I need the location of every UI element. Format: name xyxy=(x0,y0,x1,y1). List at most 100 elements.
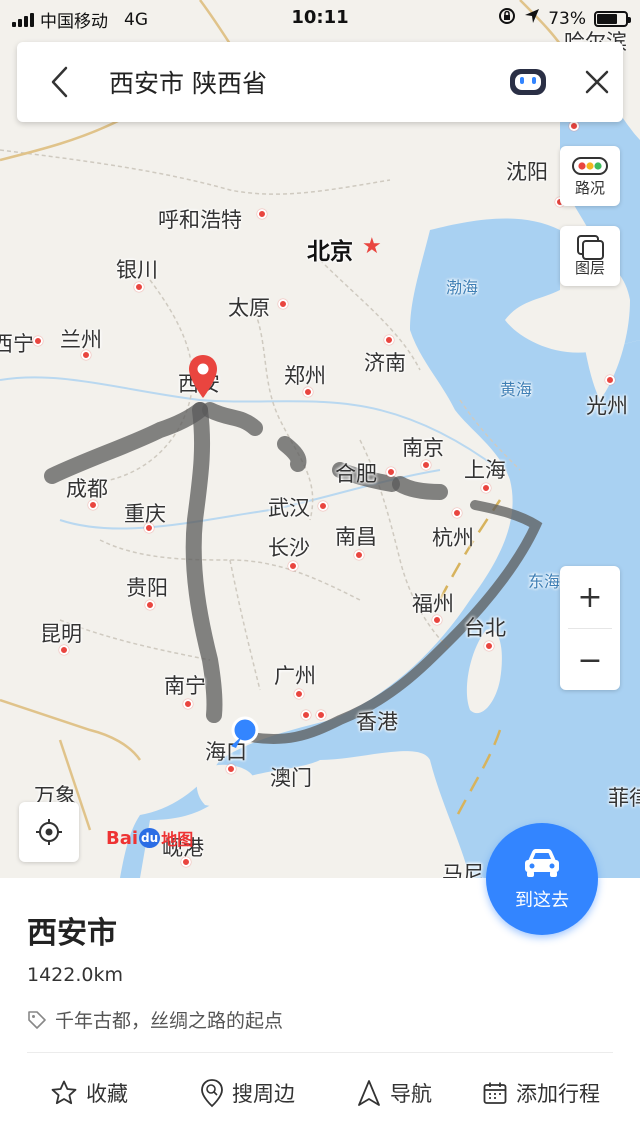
city-dot-chengdu xyxy=(88,500,98,510)
baidu-map-logo: Bai du 地图 xyxy=(106,826,193,850)
city-label-jinan[interactable]: 济南 xyxy=(364,347,406,377)
city-label-shenyang[interactable]: 沈阳 xyxy=(506,156,548,186)
city-label-yinchuan[interactable]: 银川 xyxy=(116,254,158,284)
close-button[interactable] xyxy=(577,62,617,102)
city-label-macau[interactable]: 澳门 xyxy=(270,762,312,792)
map-background xyxy=(0,0,640,878)
pin-search-icon xyxy=(201,1079,223,1108)
city-label-philippines[interactable]: 菲律 xyxy=(608,782,640,812)
city-label-manila[interactable]: 马尼 xyxy=(442,858,484,878)
city-label-nanning[interactable]: 南宁 xyxy=(164,670,206,700)
city-label-shanghai[interactable]: 上海 xyxy=(464,454,506,484)
zoom-in-button[interactable]: + xyxy=(560,566,620,628)
current-location-marker xyxy=(228,716,262,750)
city-dot-hongkong xyxy=(316,710,326,720)
location-arrow-icon xyxy=(524,8,540,29)
city-label-hongkong[interactable]: 香港 xyxy=(356,706,398,736)
city-label-guiyang[interactable]: 贵阳 xyxy=(126,572,168,602)
city-dot-nanjing xyxy=(421,460,431,470)
go-here-label: 到这去 xyxy=(515,890,569,911)
capital-star-icon: ★ xyxy=(362,234,382,259)
city-label-taiyuan[interactable]: 太原 xyxy=(228,292,270,322)
add-trip-button[interactable]: 添加行程 xyxy=(482,1078,600,1108)
map-canvas[interactable]: 呼和浩特北京沈阳银川太原兰州西宁西安郑州济南成都南京合肥上海重庆武汉杭州长沙南昌… xyxy=(0,0,640,878)
battery-icon xyxy=(594,10,631,27)
city-label-gwangju[interactable]: 光州 xyxy=(586,390,628,420)
logo-text-bai: Bai xyxy=(106,827,139,849)
city-label-beijing[interactable]: 北京 xyxy=(307,232,353,266)
locate-button[interactable] xyxy=(19,802,79,862)
zoom-control: + − xyxy=(560,566,620,690)
city-label-changsha[interactable]: 长沙 xyxy=(268,532,310,562)
city-dot-wuhan xyxy=(318,501,328,511)
city-label-hohhot[interactable]: 呼和浩特 xyxy=(158,204,242,234)
city-dot-nanning xyxy=(183,699,193,709)
city-dot-yinchuan xyxy=(134,282,144,292)
go-here-button[interactable]: 到这去 xyxy=(486,823,598,935)
layers-label: 图层 xyxy=(574,259,605,277)
battery-percent: 73% xyxy=(548,8,586,29)
city-label-xining[interactable]: 西宁 xyxy=(0,328,34,358)
logo-text-du: du xyxy=(139,828,161,848)
city-dot-hohhot xyxy=(257,209,267,219)
traffic-button[interactable]: 路况 xyxy=(560,146,620,206)
navigation-arrow-icon xyxy=(358,1080,380,1106)
city-label-zhengzhou[interactable]: 郑州 xyxy=(284,360,326,390)
minus-icon: − xyxy=(577,642,603,678)
city-label-guangzhou[interactable]: 广州 xyxy=(274,660,316,690)
city-dot-guiyang xyxy=(145,600,155,610)
close-icon xyxy=(585,70,609,94)
star-icon xyxy=(51,1080,77,1105)
city-dot-kunming xyxy=(59,645,69,655)
add-trip-label: 添加行程 xyxy=(516,1082,600,1106)
back-button[interactable] xyxy=(41,62,77,102)
layers-button[interactable]: 图层 xyxy=(560,226,620,286)
city-label-chengdu[interactable]: 成都 xyxy=(66,473,108,503)
destination-marker[interactable] xyxy=(188,353,218,401)
city-dot-guangzhou xyxy=(294,689,304,699)
city-dot-nanchang xyxy=(354,550,364,560)
route-segment xyxy=(392,476,448,500)
panel-divider xyxy=(27,1052,613,1053)
route-segment xyxy=(277,436,307,472)
city-label-hangzhou[interactable]: 杭州 xyxy=(432,522,474,552)
navigate-button[interactable]: 导航 xyxy=(356,1078,432,1108)
city-dot-changsha xyxy=(288,561,298,571)
search-nearby-label: 搜周边 xyxy=(232,1082,295,1106)
city-dot-gwangju xyxy=(605,375,615,385)
city-dot-hefei xyxy=(386,467,396,477)
city-dot-hangzhou xyxy=(452,508,462,518)
city-dot-xining xyxy=(33,336,43,346)
city-label-nanjing[interactable]: 南京 xyxy=(402,432,444,462)
rotation-lock-icon xyxy=(498,7,516,30)
city-label-hefei[interactable]: 合肥 xyxy=(335,458,377,488)
city-label-fuzhou[interactable]: 福州 xyxy=(412,588,454,618)
place-name: 西安市 xyxy=(27,916,117,951)
calendar-icon xyxy=(483,1082,507,1104)
search-nearby-button[interactable]: 搜周边 xyxy=(200,1078,295,1108)
city-dot-jinan xyxy=(384,335,394,345)
sea-label-east: 东海 xyxy=(528,572,561,591)
navigate-label: 导航 xyxy=(390,1082,432,1106)
city-dot-macau xyxy=(301,710,311,720)
sea-label-bohai: 渤海 xyxy=(446,278,479,297)
search-bar[interactable]: 西安市 陕西省 xyxy=(17,42,623,122)
route-segment xyxy=(202,402,263,436)
place-tagline: 千年古都，丝绸之路的起点 xyxy=(55,1010,284,1032)
city-dot-harbin xyxy=(569,121,579,131)
city-label-kunming[interactable]: 昆明 xyxy=(40,618,82,648)
city-dot-danang xyxy=(181,857,191,867)
city-label-wuhan[interactable]: 武汉 xyxy=(268,492,310,522)
city-label-nanchang[interactable]: 南昌 xyxy=(335,521,377,551)
route-segment xyxy=(44,402,208,484)
place-distance: 1422.0km xyxy=(27,964,123,986)
city-label-taipei[interactable]: 台北 xyxy=(464,612,506,642)
voice-assistant-button[interactable] xyxy=(507,64,549,100)
robot-icon xyxy=(510,69,546,95)
city-label-lanzhou[interactable]: 兰州 xyxy=(60,324,102,354)
favorite-button[interactable]: 收藏 xyxy=(50,1078,128,1108)
sea-label-yellow: 黄海 xyxy=(500,380,533,399)
zoom-out-button[interactable]: − xyxy=(560,629,620,691)
search-query[interactable]: 西安市 陕西省 xyxy=(109,64,267,100)
status-bar: 中国移动 4G 10:11 73% xyxy=(0,0,640,36)
